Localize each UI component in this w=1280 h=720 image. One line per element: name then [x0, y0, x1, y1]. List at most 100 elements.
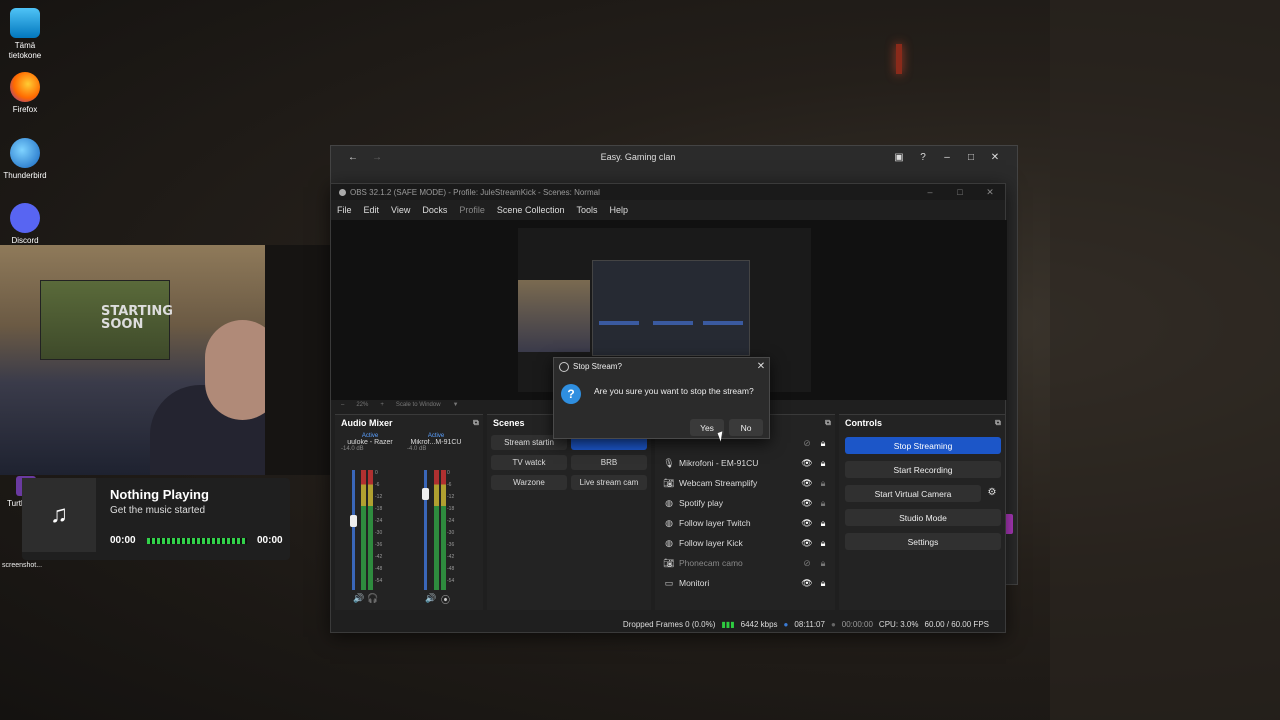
no-button[interactable]: No	[729, 419, 763, 436]
desktop-icon-label: Firefox	[12, 105, 38, 114]
gear-icon[interactable]: ⚙	[985, 487, 999, 501]
lock-icon[interactable]: 🔒︎	[815, 518, 831, 529]
speaker-icon[interactable]: 🔊	[425, 593, 436, 604]
popout-icon[interactable]: ⧉	[821, 418, 835, 428]
settings-button[interactable]: Settings	[845, 533, 1001, 550]
lock-icon[interactable]: 🔒︎	[815, 458, 831, 469]
menu-profile[interactable]: Profile	[459, 205, 485, 215]
fader-handle[interactable]	[350, 515, 357, 527]
menu-help[interactable]: Help	[609, 205, 628, 215]
obs-logo-icon	[339, 188, 346, 196]
menu-view[interactable]: View	[391, 205, 410, 215]
pip-icon[interactable]: ▣	[887, 152, 911, 163]
desktop-icon-label: Discord	[11, 236, 39, 245]
person-head	[205, 320, 265, 420]
desktop-icon-discord[interactable]: Discord	[0, 203, 50, 246]
lock-icon[interactable]: 🔒︎	[815, 498, 831, 509]
help-icon[interactable]: ?	[911, 152, 935, 163]
controls-header: Controls ⧉	[839, 415, 1005, 431]
scale-select[interactable]: Scale to Window	[396, 402, 441, 408]
sources-dock: ⧉ ⊘ 🔒︎ 🎙︎ Mikrofoni - EM-91CU 👁︎ 🔒︎ 📷︎ W…	[655, 414, 835, 610]
close-icon[interactable]: ✕	[753, 361, 769, 372]
menu-edit[interactable]: Edit	[364, 205, 380, 215]
zoom-in-icon[interactable]: +	[380, 402, 384, 408]
lock-icon[interactable]: 🔒︎	[815, 538, 831, 549]
start-virtual-camera-button[interactable]: Start Virtual Camera	[845, 485, 981, 502]
popout-icon[interactable]: ⧉	[469, 418, 483, 428]
menu-file[interactable]: File	[337, 205, 352, 215]
browser-icon: ◍	[665, 537, 673, 548]
scenes-dock: Scenes Stream startin TV watck BRB Warzo…	[487, 414, 651, 610]
desktop-icon-thunderbird[interactable]: Thunderbird	[0, 138, 50, 181]
source-item[interactable]: ◍ Follow layer Kick 👁︎ 🔒︎	[663, 533, 831, 553]
lock-icon[interactable]: 🔒︎	[815, 438, 831, 449]
monitor-audio-icon[interactable]: ⦿	[441, 593, 450, 606]
studio-mode-button[interactable]: Studio Mode	[845, 509, 1001, 526]
level-meter-mic-r	[441, 470, 446, 590]
obs-logo-icon	[559, 361, 569, 372]
scene-warzone[interactable]: Warzone	[491, 475, 567, 490]
obs-menubar: File Edit View Docks Profile Scene Colle…	[331, 200, 1005, 220]
eye-icon[interactable]: 👁︎	[799, 538, 815, 549]
channel-name: uuloke - Razer	[347, 439, 393, 446]
audio-mixer-title: Audio Mixer	[341, 418, 393, 428]
music-time-current: 00:00	[110, 535, 136, 546]
desktop-icon-this-pc[interactable]: Tämä tietokone	[0, 8, 50, 61]
lock-icon[interactable]: 🔒︎	[815, 578, 831, 589]
mic-icon: 🎙︎	[663, 457, 675, 468]
source-item[interactable]: ◍ Follow layer Twitch 👁︎ 🔒︎	[663, 513, 831, 533]
webcam-overlay: STARTING SOON	[0, 245, 265, 475]
record-time: 00:00:00	[841, 619, 873, 629]
source-item[interactable]: ◍ Spotify play 👁︎ 🔒︎	[663, 493, 831, 513]
music-progress-bar[interactable]	[147, 538, 247, 544]
fader-handle[interactable]	[422, 488, 429, 500]
source-item[interactable]: ▭ Monitori 👁︎ 🔒︎	[663, 573, 831, 593]
minimize-icon[interactable]: –	[915, 187, 945, 197]
headphones-icon[interactable]: 🎧	[367, 593, 378, 604]
meter-scale: 0 -6 -12 -18 -24 -30 -36 -42 -48 -54	[375, 470, 383, 584]
channel-db: -4.0 dB	[407, 446, 427, 452]
popout-icon[interactable]: ⧉	[991, 418, 1005, 428]
eye-icon[interactable]: 👁︎	[799, 498, 815, 509]
source-item[interactable]: 📷︎ Phonecam camo ⊘ 🔒︎	[663, 553, 831, 573]
volume-fader-desktop[interactable]	[352, 470, 355, 590]
minimize-icon[interactable]: –	[935, 152, 959, 163]
eye-icon[interactable]: 👁︎	[799, 518, 815, 529]
maximize-icon[interactable]: □	[945, 187, 975, 197]
desktop-icon-screenshot[interactable]: screenshot...	[2, 562, 42, 569]
desktop-icon-firefox[interactable]: Firefox	[0, 72, 50, 115]
stop-streaming-button[interactable]: Stop Streaming	[845, 437, 1001, 454]
chevron-down-icon[interactable]: ▼	[453, 402, 459, 408]
eye-icon[interactable]: 👁︎	[799, 478, 815, 489]
forward-arrow-icon[interactable]: →	[365, 152, 389, 163]
eye-off-icon[interactable]: ⊘	[799, 558, 815, 569]
obs-titlebar: OBS 32.1.2 (SAFE MODE) - Profile: JuleSt…	[331, 184, 1005, 200]
lock-icon[interactable]: 🔒︎	[815, 478, 831, 489]
source-item[interactable]: 🎙︎ Mikrofoni - EM-91CU 👁︎ 🔒︎	[663, 453, 831, 473]
webcam-side	[265, 245, 335, 475]
source-item[interactable]: 📷︎ Webcam Streamplify 👁︎ 🔒︎	[663, 473, 831, 493]
scene-live-stream-cam[interactable]: Live stream cam	[571, 475, 647, 490]
menu-docks[interactable]: Docks	[422, 205, 447, 215]
maximize-icon[interactable]: □	[959, 152, 983, 163]
level-meter-desktop-r	[368, 470, 373, 590]
close-icon[interactable]: ✕	[975, 187, 1005, 198]
lock-icon[interactable]: 🔒︎	[815, 558, 831, 569]
eye-off-icon[interactable]: ⊘	[799, 438, 815, 449]
eye-icon[interactable]: 👁︎	[799, 578, 815, 589]
close-icon[interactable]: ✕	[983, 152, 1007, 163]
zoom-out-icon[interactable]: –	[341, 402, 344, 408]
menu-tools[interactable]: Tools	[576, 205, 597, 215]
music-title: Nothing Playing	[110, 487, 209, 502]
speaker-icon[interactable]: 🔊	[353, 593, 364, 604]
menu-scene-collection[interactable]: Scene Collection	[497, 205, 565, 215]
firefox-icon	[10, 72, 40, 102]
cpu-usage: CPU: 3.0%	[878, 619, 919, 629]
scene-brb[interactable]: BRB	[571, 455, 647, 470]
start-recording-button[interactable]: Start Recording	[845, 461, 1001, 478]
stream-icon: ●	[783, 619, 789, 629]
eye-icon[interactable]: 👁︎	[799, 458, 815, 469]
scene-tv-watck[interactable]: TV watck	[491, 455, 567, 470]
back-arrow-icon[interactable]: ←	[341, 152, 365, 163]
browser-titlebar: ← → Easy. Gaming clan ▣ ? – □ ✕	[331, 146, 1017, 168]
